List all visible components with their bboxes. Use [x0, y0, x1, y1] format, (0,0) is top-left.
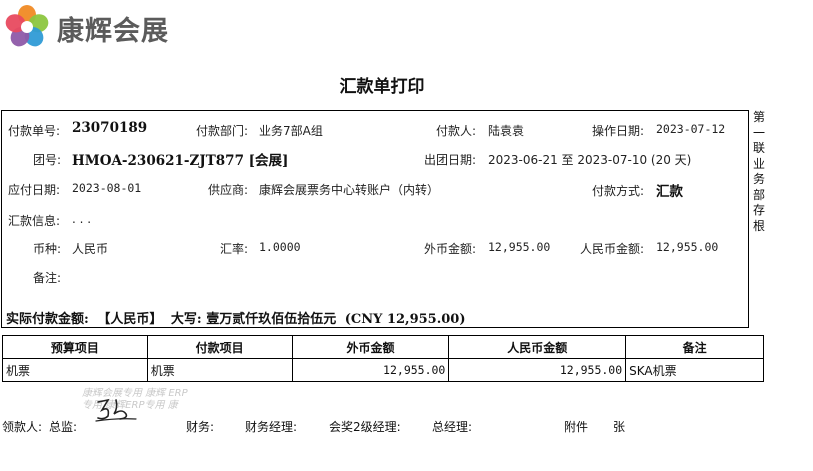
due-date-label: 应付日期: — [8, 183, 61, 197]
group-no-value: HMOA-230621-ZJT877 [会展] — [72, 153, 289, 169]
attachment-label: 附件 — [564, 420, 589, 434]
col-header-rmb-amount: 人民币金额 — [448, 335, 627, 359]
finance-label: 财务: — [186, 420, 215, 434]
tour-date-label: 出团日期: — [424, 153, 477, 167]
currency-value: 人民币 — [72, 242, 109, 256]
remark-label: 备注: — [33, 271, 62, 285]
payment-info-box — [1, 110, 749, 328]
cell-remark: SKA机票 — [625, 358, 764, 382]
copy-label: 第一联业务部存根 — [752, 110, 765, 233]
general-manager-label: 总经理: — [432, 420, 473, 434]
remit-info-value: . . . — [72, 212, 92, 226]
detail-table: 预算项目 付款项目 外币金额 人民币金额 备注 机票 机票 12,955.00 … — [2, 335, 764, 382]
col-header-remark: 备注 — [625, 335, 764, 359]
actual-label: 实际付款金额: — [6, 312, 89, 327]
supplier-value: 康辉会展票务中心转账户（内转） — [259, 183, 440, 197]
op-date-label: 操作日期: — [592, 124, 645, 138]
table-header-row: 预算项目 付款项目 外币金额 人民币金额 备注 — [2, 335, 764, 359]
handwritten-signature-icon — [95, 398, 137, 422]
payer-label: 付款人: — [436, 124, 477, 138]
pay-dept-label: 付款部门: — [196, 124, 249, 138]
rate-value: 1.0000 — [259, 240, 301, 254]
group-no-label: 团号: — [33, 153, 62, 167]
supplier-label: 供应商: — [208, 183, 249, 197]
cell-pay-item: 机票 — [146, 358, 293, 382]
col-header-foreign-amount: 外币金额 — [291, 335, 450, 359]
sheets-label: 张 — [613, 420, 626, 434]
finance-manager-label: 财务经理: — [245, 420, 298, 434]
foreign-amount-label: 外币金额: — [424, 242, 477, 256]
rmb-amount-label: 人民币金额: — [580, 242, 645, 256]
col-header-budget-item: 预算项目 — [2, 335, 148, 359]
payment-no-value: 23070189 — [72, 120, 148, 136]
currency-label: 币种: — [33, 242, 62, 256]
tour-date-value: 2023-06-21 至 2023-07-10 (20 天) — [488, 153, 692, 167]
cell-rmb-amount: 12,955.00 — [448, 358, 627, 382]
level2-manager-label: 会奖2级经理: — [329, 420, 401, 434]
actual-currency: 【人民币】 — [97, 312, 163, 327]
due-date-value: 2023-08-01 — [72, 181, 142, 195]
payment-no-label: 付款单号: — [8, 124, 61, 138]
cell-foreign-amount: 12,955.00 — [291, 358, 450, 382]
brand-name: 康辉会展 — [57, 16, 169, 47]
rate-label: 汇率: — [220, 242, 249, 256]
actual-cny: (CNY 12,955.00) — [344, 312, 466, 327]
payer-value: 陆袁袁 — [488, 124, 525, 138]
op-date-value: 2023-07-12 — [656, 122, 726, 136]
rmb-amount-value: 12,955.00 — [656, 240, 719, 254]
supervisor-label: 总监: — [49, 420, 78, 434]
pay-method-label: 付款方式: — [592, 184, 645, 198]
table-row: 机票 机票 12,955.00 12,955.00 SKA机票 — [2, 358, 764, 382]
actual-capital-label: 大写: — [170, 312, 202, 327]
foreign-amount-value: 12,955.00 — [488, 240, 551, 254]
page-title: 汇款单打印 — [339, 77, 425, 97]
receiver-label: 领款人: — [2, 420, 43, 434]
cell-budget-item: 机票 — [2, 358, 148, 382]
col-header-pay-item: 付款项目 — [146, 335, 293, 359]
pay-dept-value: 业务7部A组 — [259, 124, 323, 138]
actual-capital: 壹万贰仟玖佰伍拾伍元 — [206, 312, 337, 327]
actual-payment-row: 实际付款金额: 【人民币】 大写: 壹万贰仟玖佰伍拾伍元 (CNY 12,955… — [6, 308, 470, 327]
pay-method-value: 汇款 — [656, 184, 683, 200]
brand-logo-icon — [5, 5, 49, 47]
remit-info-label: 汇款信息: — [8, 214, 61, 228]
